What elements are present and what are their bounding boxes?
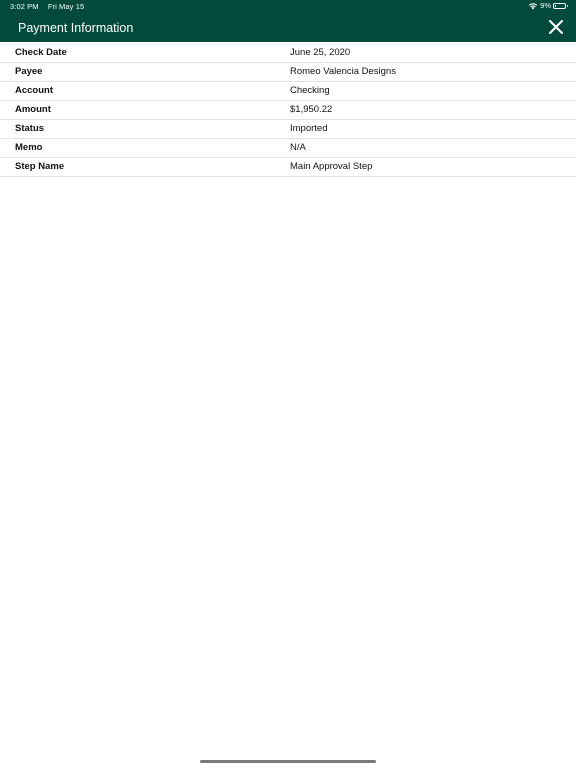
detail-row-payee: Payee Romeo Valencia Designs bbox=[0, 63, 576, 82]
detail-value: Romeo Valencia Designs bbox=[290, 66, 396, 77]
detail-label: Account bbox=[15, 85, 53, 96]
detail-row-status: Status Imported bbox=[0, 120, 576, 139]
status-time: 3:02 PM bbox=[10, 2, 39, 11]
battery-percent: 9% bbox=[540, 1, 551, 10]
home-indicator[interactable] bbox=[200, 760, 376, 763]
wifi-icon bbox=[528, 2, 538, 9]
detail-row-check-date: Check Date June 25, 2020 bbox=[0, 44, 576, 63]
detail-value: June 25, 2020 bbox=[290, 47, 351, 58]
detail-label: Step Name bbox=[15, 161, 65, 172]
detail-row-amount: Amount $1,950.22 bbox=[0, 101, 576, 120]
status-bar-left: 3:02 PM Fri May 15 bbox=[10, 2, 84, 11]
detail-value: $1,950.22 bbox=[290, 104, 333, 115]
close-icon[interactable] bbox=[548, 19, 564, 35]
battery-icon bbox=[553, 2, 568, 9]
detail-row-memo: Memo N/A bbox=[0, 139, 576, 158]
detail-label: Payee bbox=[15, 66, 43, 77]
status-date: Fri May 15 bbox=[47, 2, 85, 11]
detail-label: Amount bbox=[15, 104, 51, 115]
page-title: Payment Information bbox=[18, 21, 134, 35]
detail-value: N/A bbox=[290, 142, 306, 153]
detail-label: Check Date bbox=[15, 47, 67, 58]
detail-value: Main Approval Step bbox=[290, 161, 373, 172]
detail-label: Status bbox=[15, 123, 45, 134]
detail-value: Checking bbox=[290, 85, 330, 96]
payment-details-list: Check Date June 25, 2020 Payee Romeo Val… bbox=[0, 44, 576, 177]
status-bar-right: 9% bbox=[528, 1, 568, 10]
detail-row-step-name: Step Name Main Approval Step bbox=[0, 158, 576, 177]
detail-value: Imported bbox=[290, 123, 328, 134]
battery-level bbox=[555, 4, 556, 7]
detail-row-account: Account Checking bbox=[0, 82, 576, 101]
detail-label: Memo bbox=[15, 142, 43, 153]
header-bar: 3:02 PM Fri May 15 9% Payment Informatio… bbox=[0, 0, 576, 42]
